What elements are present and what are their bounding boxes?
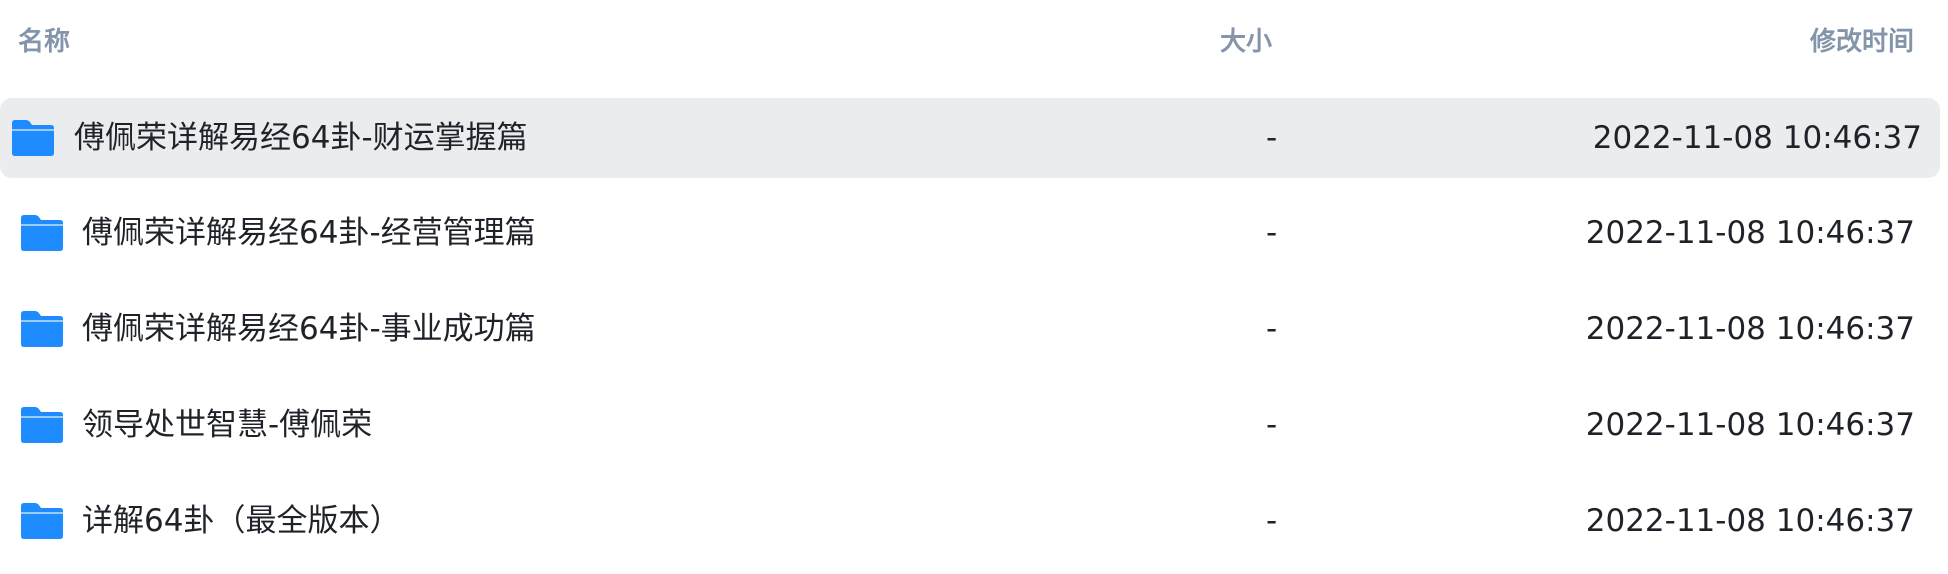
file-name[interactable]: 详解64卦（最全版本）	[82, 501, 400, 541]
file-name[interactable]: 傅佩荣详解易经64卦-事业成功篇	[82, 309, 536, 349]
file-name[interactable]: 领导处世智慧-傅佩荣	[82, 405, 372, 445]
file-rows: 傅佩荣详解易经64卦-财运掌握篇 - 2022-11-08 10:46:37 傅…	[0, 0, 1948, 574]
file-modified-time: 2022-11-08 10:46:37	[1585, 503, 1915, 539]
file-name[interactable]: 傅佩荣详解易经64卦-经营管理篇	[82, 213, 536, 253]
folder-icon	[12, 120, 54, 156]
file-modified-time: 2022-11-08 10:46:37	[1585, 407, 1915, 443]
folder-icon	[21, 311, 63, 347]
file-row[interactable]: 傅佩荣详解易经64卦-事业成功篇 - 2022-11-08 10:46:37	[0, 289, 1940, 369]
file-size: -	[1266, 215, 1278, 251]
file-row[interactable]: 详解64卦（最全版本） - 2022-11-08 10:46:37	[0, 481, 1940, 561]
file-row[interactable]: 领导处世智慧-傅佩荣 - 2022-11-08 10:46:37	[0, 385, 1940, 465]
file-size: -	[1266, 407, 1278, 443]
file-size: -	[1266, 120, 1278, 156]
file-modified-time: 2022-11-08 10:46:37	[1585, 311, 1915, 347]
file-size: -	[1266, 503, 1278, 539]
file-list: 名称 大小 修改时间 傅佩荣详解易经64卦-财运掌握篇 - 2022-11-08…	[0, 0, 1948, 574]
file-modified-time: 2022-11-08 10:46:37	[1592, 120, 1922, 156]
folder-icon	[21, 503, 63, 539]
folder-icon	[21, 215, 63, 251]
file-row[interactable]: 傅佩荣详解易经64卦-财运掌握篇 - 2022-11-08 10:46:37	[0, 98, 1940, 178]
file-modified-time: 2022-11-08 10:46:37	[1585, 215, 1915, 251]
file-row[interactable]: 傅佩荣详解易经64卦-经营管理篇 - 2022-11-08 10:46:37	[0, 193, 1940, 273]
file-size: -	[1266, 311, 1278, 347]
folder-icon	[21, 407, 63, 443]
file-name[interactable]: 傅佩荣详解易经64卦-财运掌握篇	[74, 118, 528, 158]
